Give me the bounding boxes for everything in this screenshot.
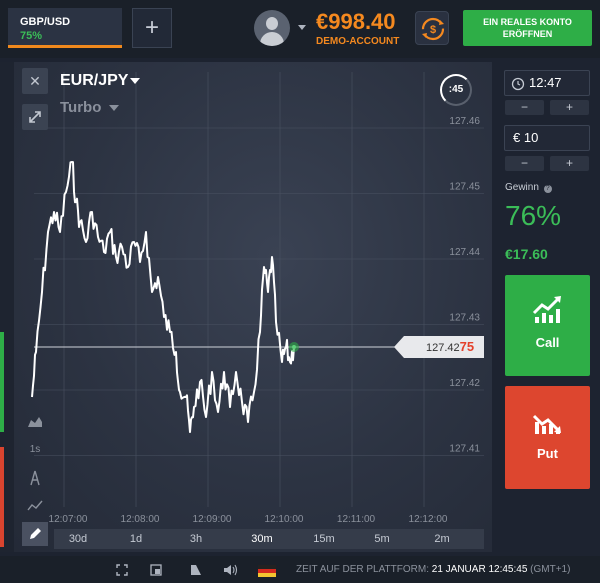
collapse-icon[interactable]	[22, 104, 48, 130]
period-5m[interactable]: 5m	[362, 529, 402, 549]
info-icon[interactable]: ?	[543, 185, 552, 193]
y-tick-label: 127.46	[449, 116, 480, 127]
time-decrease-button[interactable]: −	[505, 100, 544, 115]
platform-time-value: 21 JANUAR 12:45:45	[431, 564, 528, 575]
layout-icon[interactable]	[148, 563, 164, 577]
platform-time-label: ZEIT AUF DER PLATTFORM:	[296, 564, 429, 575]
x-tick-label: 12:11:00	[337, 514, 376, 525]
refill-balance-button[interactable]: $	[415, 11, 449, 45]
time-increase-button[interactable]: +	[550, 100, 589, 115]
pair-dropdown-icon[interactable]	[130, 78, 140, 84]
close-chart-icon[interactable]: ✕	[22, 68, 48, 94]
y-tick-label: 127.44	[449, 247, 480, 258]
current-price-tag: 127.4275	[394, 336, 484, 358]
left-edge-strip	[0, 62, 14, 552]
countdown-timer: :45	[440, 74, 472, 106]
mode-dropdown-icon[interactable]	[109, 105, 119, 111]
chart-type-area-icon[interactable]	[22, 410, 48, 434]
open-real-account-button[interactable]: EIN REALES KONTO ERÖFFNEN	[463, 10, 592, 46]
trend-down-icon	[532, 414, 561, 434]
fullscreen-icon[interactable]	[114, 563, 130, 577]
call-label: Call	[535, 335, 560, 350]
live-price-marker-core	[292, 345, 296, 349]
x-tick-label: 12:10:00	[265, 514, 304, 525]
period-30d[interactable]: 30d	[58, 529, 98, 549]
compass-tool-icon[interactable]	[22, 466, 48, 490]
asset-pair-selector[interactable]: EUR/JPY	[60, 72, 128, 90]
asset-tab-name: GBP/USD	[20, 16, 71, 28]
current-price-highlight: 75	[459, 339, 475, 354]
pencil-draw-icon[interactable]	[22, 522, 48, 546]
user-avatar-icon[interactable]	[254, 10, 290, 46]
x-tick-label: 12:08:00	[121, 514, 160, 525]
period-1d[interactable]: 1d	[116, 529, 156, 549]
profit-percent: 76%	[505, 200, 562, 231]
add-asset-button[interactable]: +	[132, 8, 172, 48]
put-label: Put	[537, 446, 558, 461]
x-tick-label: 12:12:00	[409, 514, 448, 525]
x-tick-label: 12:07:00	[49, 514, 88, 525]
clock-icon	[511, 77, 525, 91]
asset-tab-percent: 75%	[20, 30, 43, 42]
svg-text:$: $	[430, 24, 436, 36]
y-tick-label: 127.45	[449, 182, 480, 193]
account-balance[interactable]: €998.40	[316, 9, 396, 35]
call-button[interactable]: Call	[505, 275, 590, 376]
price-chart: 127.46 127.45 127.44 127.43 127.42 127.41 12:…	[31, 72, 484, 525]
chart-settings-icon[interactable]	[188, 563, 204, 577]
x-tick-label: 12:09:00	[193, 514, 232, 525]
timeframe-1s-button[interactable]: 1s	[22, 438, 48, 462]
price-series-line	[31, 161, 295, 433]
expiry-time-value: 12:47	[529, 75, 562, 90]
period-selector-bar: 30d 1d 3h 30m 15m 5m 2m	[54, 529, 484, 549]
top-bar: GBP/USD 75% + €998.40 DEMO-ACCOUNT $ EIN…	[0, 0, 600, 58]
profile-dropdown-icon[interactable]	[298, 25, 306, 30]
expiry-time-field[interactable]: 12:47	[504, 70, 590, 96]
investment-amount-value: € 10	[513, 130, 539, 145]
currency-refresh-icon: $	[421, 17, 445, 41]
period-15m[interactable]: 15m	[304, 529, 344, 549]
period-3h[interactable]: 3h	[176, 529, 216, 549]
option-mode-selector[interactable]: Turbo	[60, 99, 101, 116]
amount-increase-button[interactable]: +	[550, 156, 589, 171]
y-tick-label: 127.43	[449, 313, 480, 324]
profit-label: Gewinn ?	[505, 182, 552, 193]
y-tick-label: 127.41	[449, 444, 480, 455]
investment-amount-field[interactable]: € 10	[504, 125, 590, 151]
current-price-main: 127.42	[426, 342, 460, 354]
volume-icon[interactable]	[222, 563, 238, 577]
account-type-label: DEMO-ACCOUNT	[316, 36, 400, 47]
platform-time: ZEIT AUF DER PLATTFORM: 21 JANUAR 12:45:…	[296, 564, 570, 575]
y-tick-label: 127.42	[449, 378, 480, 389]
period-2m[interactable]: 2m	[422, 529, 462, 549]
asset-tab-gbpusd[interactable]: GBP/USD 75%	[8, 8, 122, 48]
german-flag-icon[interactable]	[258, 565, 276, 577]
put-button[interactable]: Put	[505, 386, 590, 489]
trend-up-icon	[532, 296, 561, 323]
footer-bar: ZEIT AUF DER PLATTFORM: 21 JANUAR 12:45:…	[0, 556, 600, 583]
indicator-tool-icon[interactable]	[22, 494, 48, 518]
profit-amount: €17.60	[505, 246, 548, 262]
timezone-label: (GMT+1)	[530, 564, 571, 575]
amount-decrease-button[interactable]: −	[505, 156, 544, 171]
period-30m[interactable]: 30m	[242, 529, 282, 549]
